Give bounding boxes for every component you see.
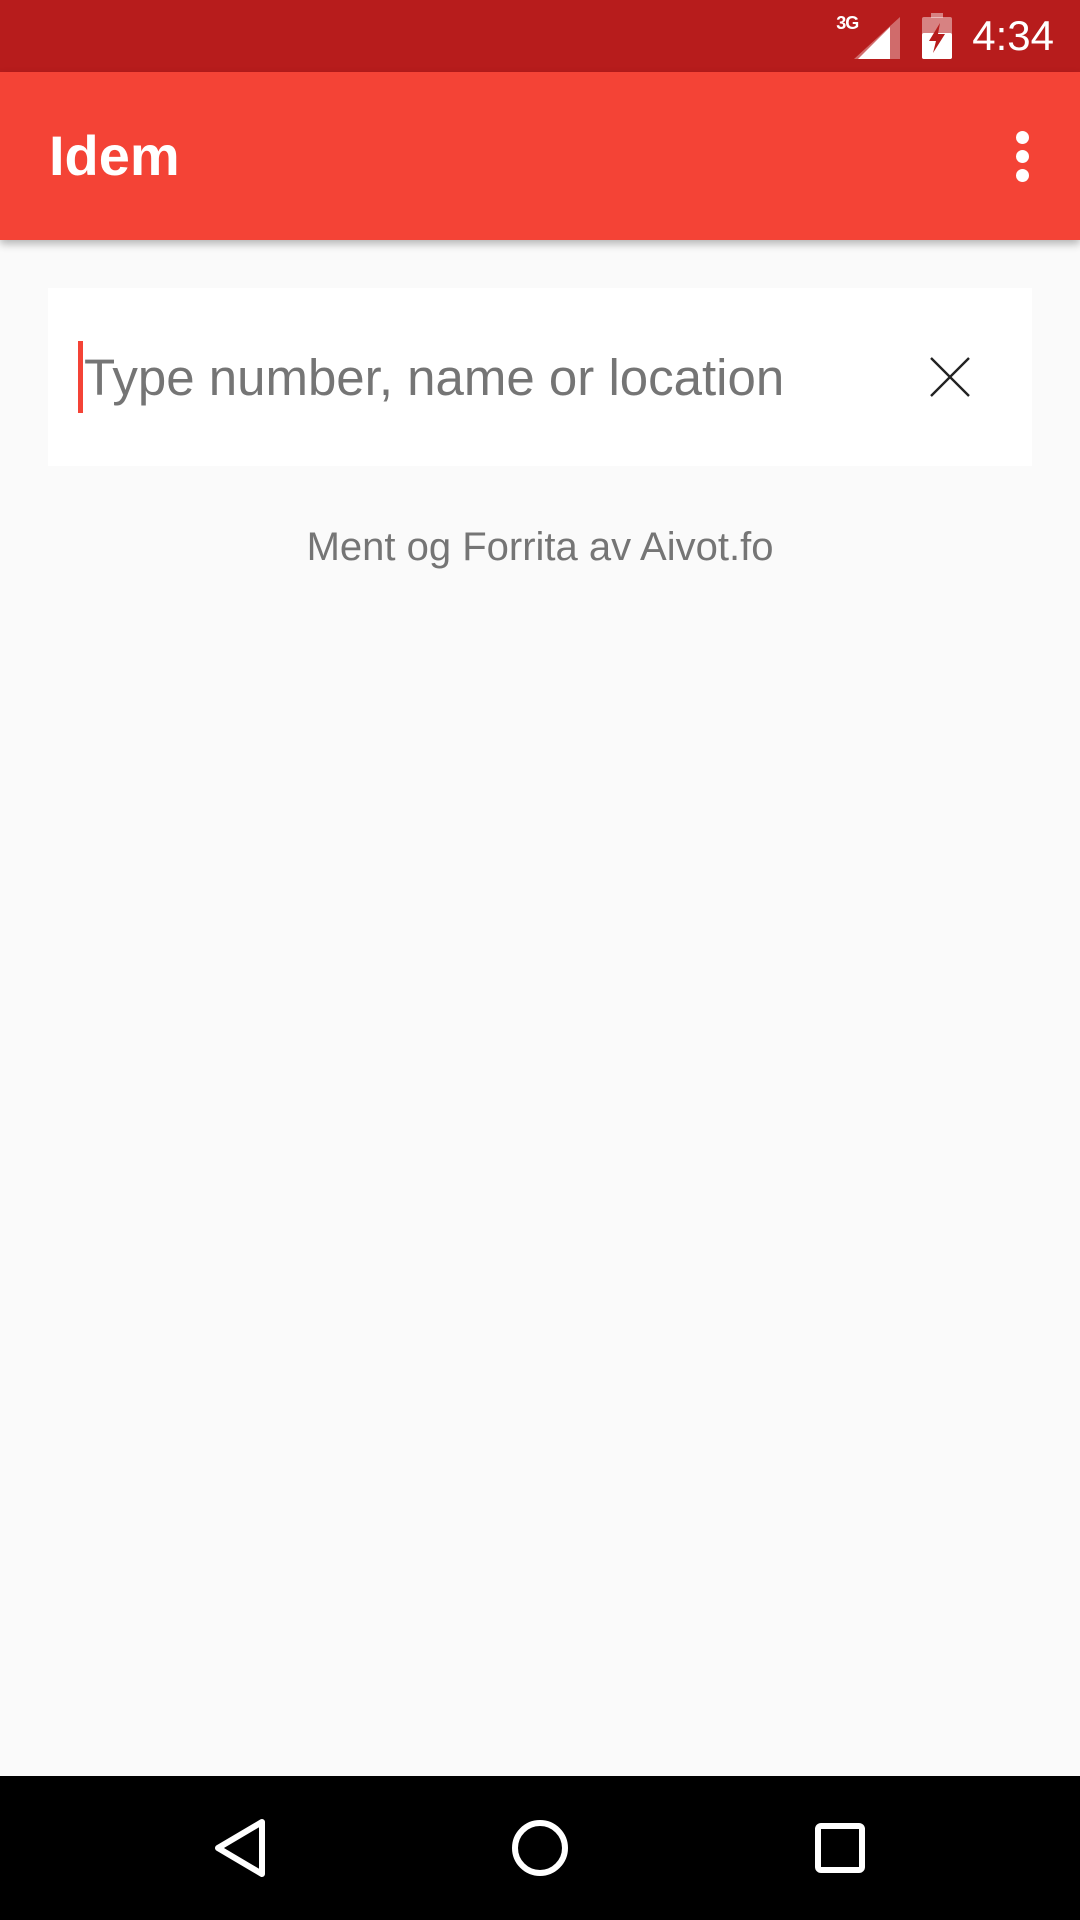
home-button[interactable]: [490, 1798, 590, 1898]
credit-text: Ment og Forrita av Aivot.fo: [306, 525, 774, 569]
clear-search-button[interactable]: [905, 332, 995, 422]
search-card: [48, 288, 1032, 466]
more-vert-icon[interactable]: [990, 124, 1054, 188]
back-button[interactable]: [190, 1798, 290, 1898]
signal-icon: [854, 17, 901, 59]
status-icons: 3G 4:34: [836, 0, 1054, 72]
menu-dot: [1015, 149, 1029, 163]
recents-icon: [815, 1823, 865, 1873]
app-title: Idem: [49, 124, 180, 187]
close-icon: [930, 357, 970, 397]
home-icon: [512, 1820, 568, 1876]
navigation-bar: [0, 1776, 1080, 1920]
search-input[interactable]: [78, 333, 904, 421]
status-bar: 3G 4:34: [0, 0, 1080, 72]
menu-dot: [1015, 130, 1029, 144]
back-icon: [215, 1819, 265, 1877]
battery-charging-icon: [922, 13, 953, 59]
text-cursor: [78, 341, 83, 413]
recents-button[interactable]: [790, 1798, 890, 1898]
app-bar: Idem: [0, 72, 1080, 240]
clock: 4:34: [972, 12, 1054, 59]
menu-dot: [1015, 168, 1029, 182]
signal-indicator: 3G: [836, 13, 901, 59]
